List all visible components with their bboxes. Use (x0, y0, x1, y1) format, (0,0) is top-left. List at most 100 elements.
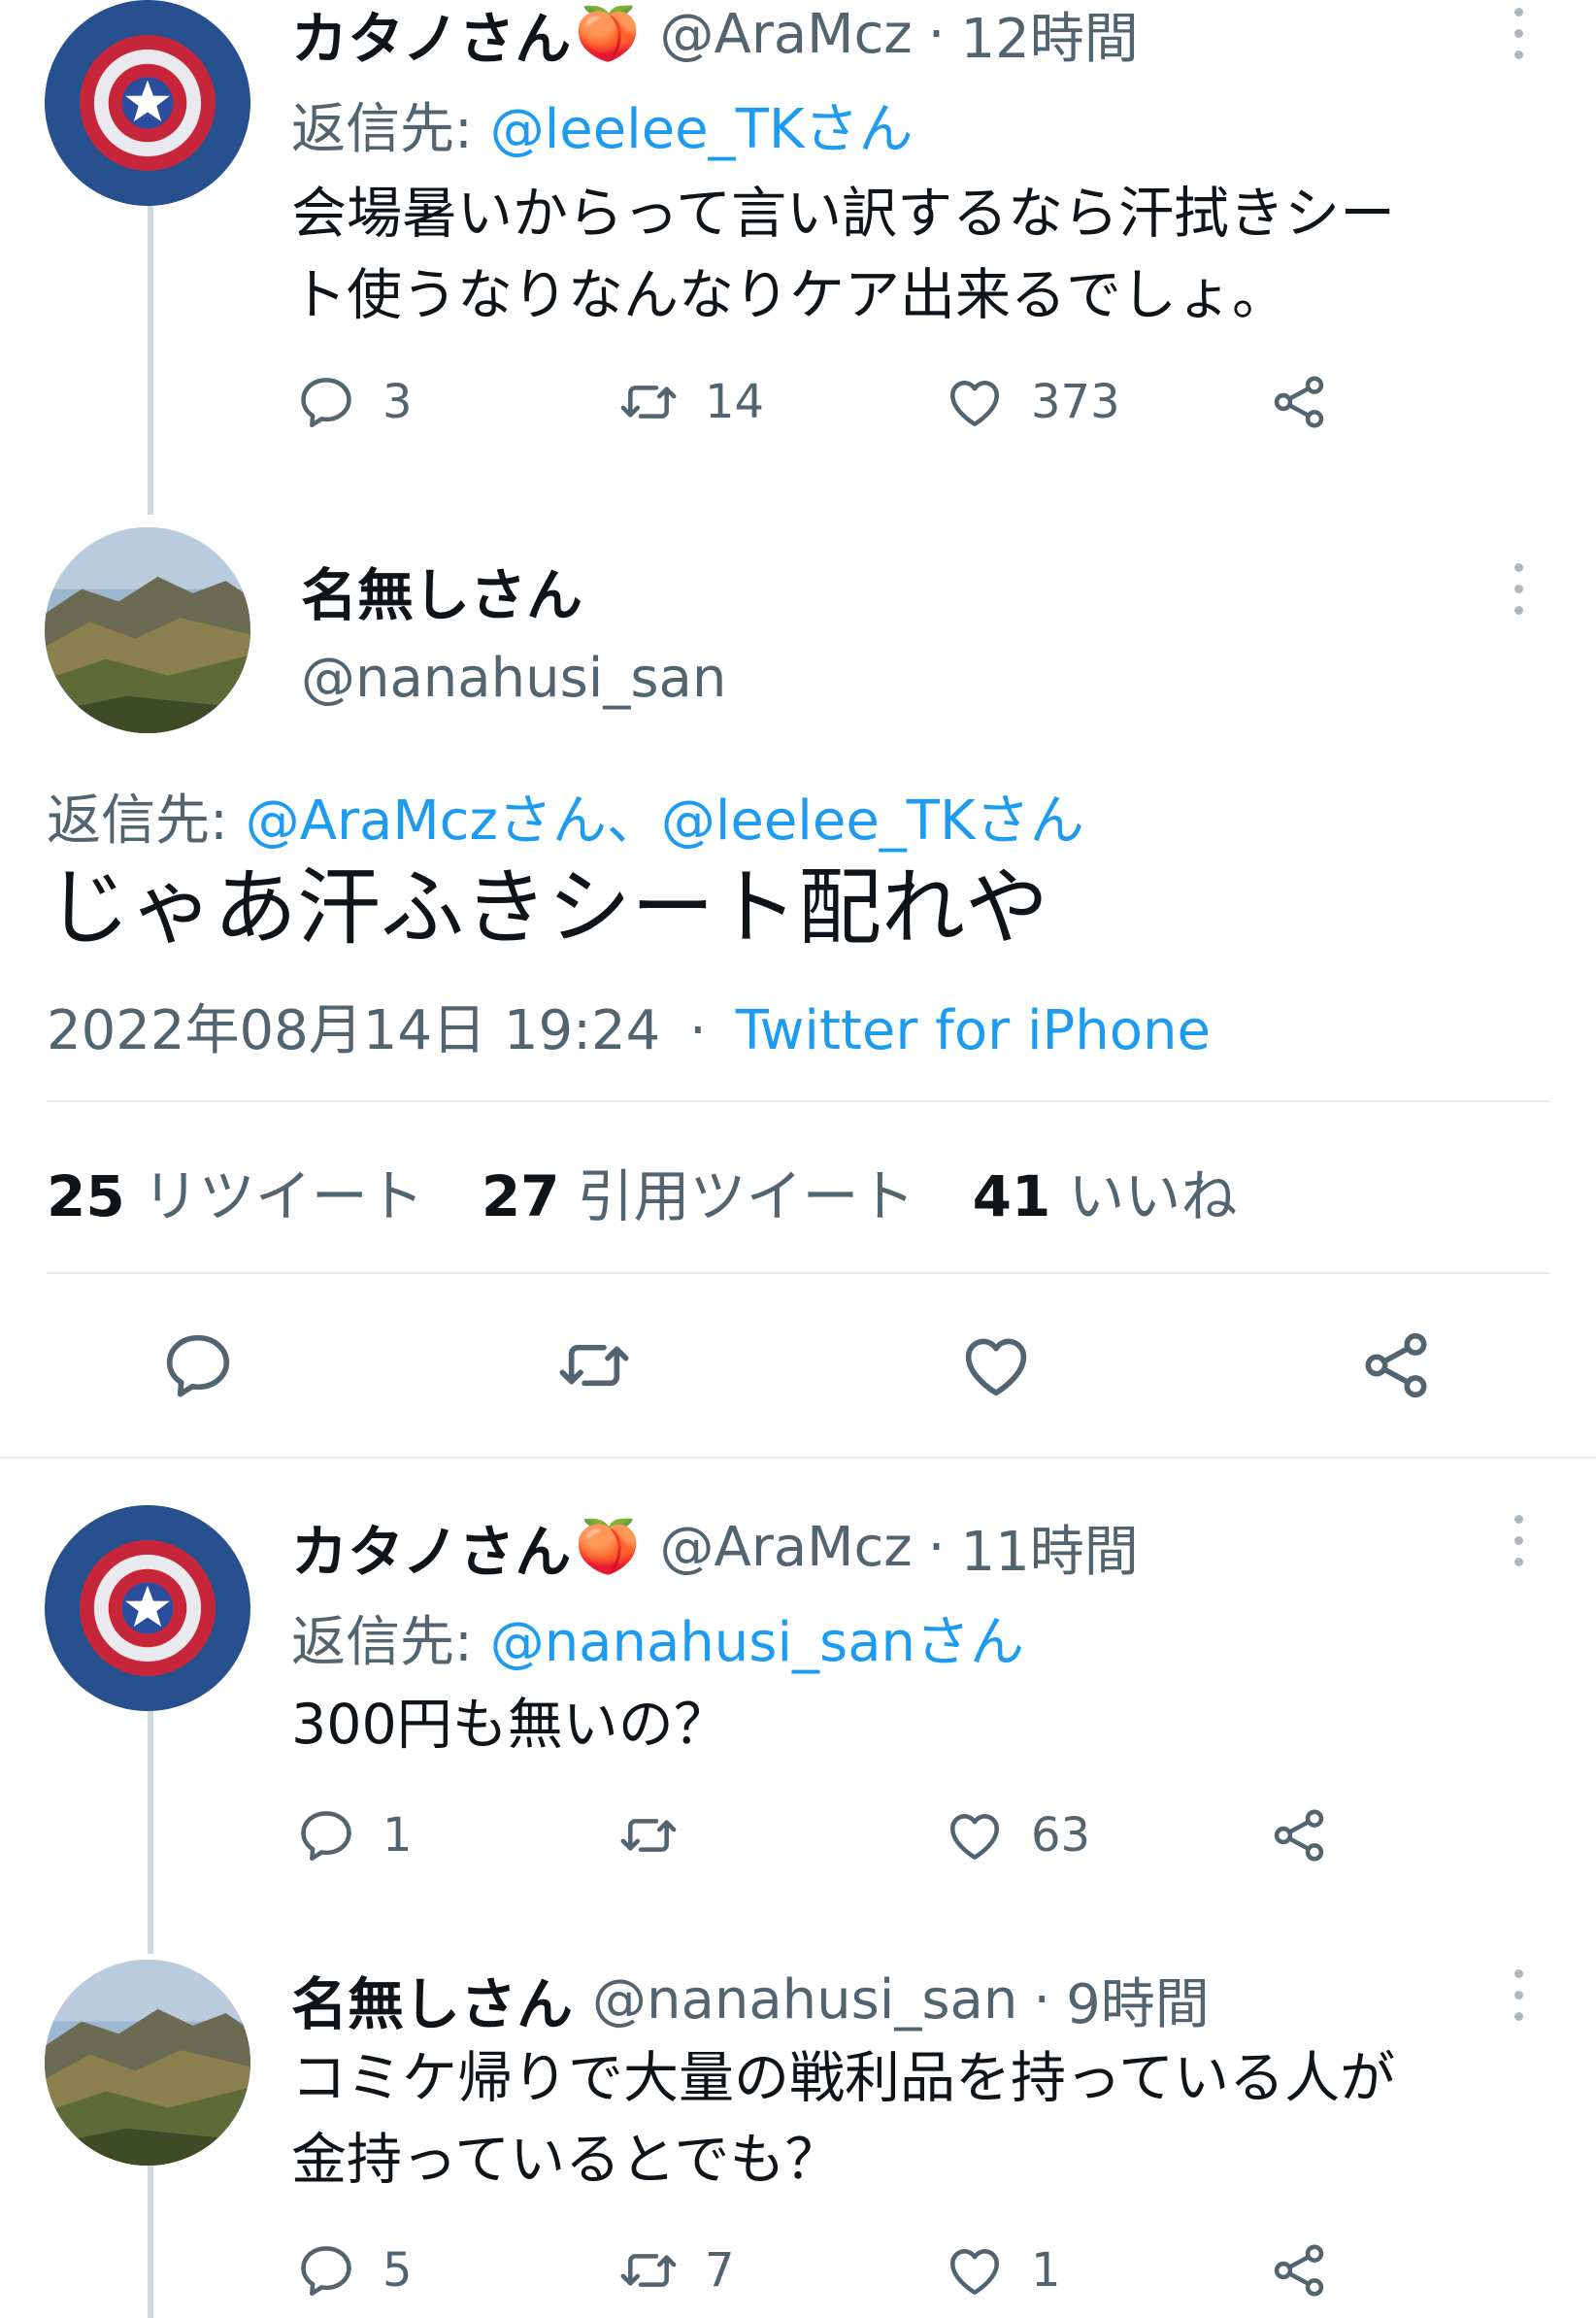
quote-stat[interactable]: 27 引用ツイート (482, 1151, 915, 1232)
quote-stat-count: 27 (481, 1163, 560, 1229)
divider (0, 1457, 1596, 1459)
avatar[interactable] (45, 1505, 250, 1711)
reply-icon (295, 371, 357, 433)
retweet-stat-count: 25 (47, 1163, 125, 1229)
share-button[interactable] (1268, 371, 1330, 433)
tweet-text: 会場暑いからって言い訳するなら汗拭きシー ト使うなりなんなりケア出来るでしょ。 (291, 173, 1395, 336)
reply-mention-link[interactable]: @leelee_TKさん (490, 98, 914, 161)
tweet-header: カタノさん 🍑 @AraMcz · 11時間 (291, 1513, 1139, 1586)
user-handle[interactable]: @nanahusi_san (301, 647, 726, 710)
tweet-text: 300円も無いの？ (291, 1684, 729, 1765)
share-icon (1268, 371, 1330, 433)
retweet-count: 14 (705, 375, 765, 429)
reply-mention-link[interactable]: @leelee_TKさん (661, 789, 1084, 853)
retweet-button[interactable]: 14 (617, 371, 764, 433)
tweet-date[interactable]: 2022年08月14日 19:24 (47, 999, 660, 1062)
avatar[interactable] (45, 0, 250, 206)
more-icon[interactable] (1513, 1969, 1524, 2024)
retweet-icon (555, 1327, 633, 1404)
more-icon[interactable] (1513, 1515, 1524, 1569)
like-count: 373 (1031, 375, 1120, 429)
captain-shield-avatar-image (45, 1505, 250, 1711)
retweet-icon (617, 2239, 680, 2301)
like-stat-count: 41 (972, 1163, 1051, 1229)
reply-mention-link[interactable]: @AraMczさん (246, 789, 607, 853)
retweet-count: 7 (705, 2243, 735, 2298)
tweet-text-line: コミケ帰りで大量の戦利品を持っている人が (291, 2046, 1396, 2110)
share-icon (1357, 1327, 1435, 1404)
tweet-header: カタノさん 🍑 @AraMcz · 12時間 (291, 0, 1139, 73)
peach-emoji-icon: 🍑 (575, 1516, 641, 1577)
like-stat[interactable]: 41 いいね (973, 1151, 1238, 1232)
retweet-button[interactable] (555, 1327, 633, 1404)
tweet-header: 名無しさん @nanahusi_san · 9時間 (291, 1965, 1210, 2038)
retweet-stat[interactable]: 25 リツイート (47, 1151, 424, 1232)
reply-count: 5 (382, 2243, 413, 2298)
quote-stat-label: 引用ツイート (577, 1163, 915, 1229)
reply-button[interactable]: 5 (295, 2239, 413, 2301)
reply-to: 返信先: @nanahusi_sanさん (291, 1598, 1024, 1677)
like-button[interactable]: 373 (944, 371, 1120, 433)
retweet-button[interactable] (617, 1804, 705, 1866)
reply-prefix: 返信先: (291, 98, 473, 161)
user-handle[interactable]: @nanahusi_san (592, 1968, 1017, 2032)
reply-separator: 、 (606, 789, 661, 853)
like-count: 63 (1031, 1808, 1091, 1863)
reply-mention-link[interactable]: @nanahusi_sanさん (490, 1611, 1024, 1674)
timestamp[interactable]: 12時間 (960, 0, 1138, 74)
user-handle[interactable]: @AraMcz (660, 3, 913, 66)
reply-button[interactable]: 3 (295, 371, 413, 433)
share-icon (1268, 2239, 1330, 2301)
reply-count: 3 (382, 375, 413, 429)
timestamp[interactable]: 9時間 (1066, 1961, 1210, 2039)
mountain-avatar-image (45, 1960, 250, 2166)
tweet-text-line: ト使うなりなんなりケア出来るでしょ。 (291, 263, 1287, 327)
retweet-icon (617, 1804, 680, 1866)
reply-button[interactable]: 1 (295, 1804, 413, 1866)
reply-icon (159, 1327, 237, 1404)
reply-button[interactable] (159, 1327, 237, 1404)
tweet-text: コミケ帰りで大量の戦利品を持っている人が 金持っているとでも？ (291, 2037, 1395, 2200)
more-icon[interactable] (1513, 563, 1524, 618)
divider (47, 1100, 1549, 1102)
retweet-button[interactable]: 7 (617, 2239, 735, 2301)
peach-emoji-icon: 🍑 (575, 3, 641, 64)
retweet-icon (617, 371, 680, 433)
like-icon (944, 371, 1006, 433)
avatar[interactable] (45, 527, 250, 733)
reply-to: 返信先: @AraMczさん、@leelee_TKさん (47, 777, 1084, 856)
reply-prefix: 返信先: (291, 1611, 473, 1674)
timestamp[interactable]: 11時間 (960, 1508, 1138, 1587)
share-button[interactable] (1357, 1327, 1435, 1404)
like-button[interactable] (957, 1327, 1035, 1404)
meta-separator: · (1033, 1967, 1051, 2032)
like-icon (944, 2239, 1006, 2301)
tweet-text: じゃあ汗ふきシート配れや (47, 859, 1048, 957)
avatar[interactable] (45, 1960, 250, 2166)
display-name[interactable]: 名無しさん (301, 550, 582, 631)
display-name[interactable]: カタノさん (291, 1506, 571, 1588)
reply-to: 返信先: @leelee_TKさん (291, 85, 914, 164)
more-icon[interactable] (1513, 8, 1524, 62)
tweet-text-line: 金持っているとでも？ (291, 2128, 841, 2192)
tweet-text-line: 会場暑いからって言い訳するなら汗拭きシー (291, 182, 1396, 246)
share-button[interactable] (1268, 1804, 1330, 1866)
retweet-stat-label: リツイート (142, 1163, 424, 1229)
meta-separator: · (927, 1515, 946, 1579)
reply-icon (295, 1804, 357, 1866)
like-stat-label: いいね (1068, 1163, 1238, 1229)
display-name[interactable]: 名無しさん (291, 1959, 573, 2040)
like-icon (957, 1327, 1035, 1404)
share-icon (1268, 1804, 1330, 1866)
tweet-meta: 2022年08月14日 19:24 · Twitter for iPhone (47, 987, 1211, 1065)
like-button[interactable]: 1 (944, 2239, 1061, 2301)
meta-separator: · (927, 2, 946, 66)
tweet-source-link[interactable]: Twitter for iPhone (736, 999, 1211, 1062)
mountain-avatar-image (45, 527, 250, 733)
share-button[interactable] (1268, 2239, 1330, 2301)
user-handle[interactable]: @AraMcz (660, 1516, 913, 1579)
display-name[interactable]: カタノさん (291, 0, 571, 75)
thread-line (148, 206, 153, 515)
reply-count: 1 (382, 1808, 413, 1863)
like-button[interactable]: 63 (944, 1804, 1090, 1866)
